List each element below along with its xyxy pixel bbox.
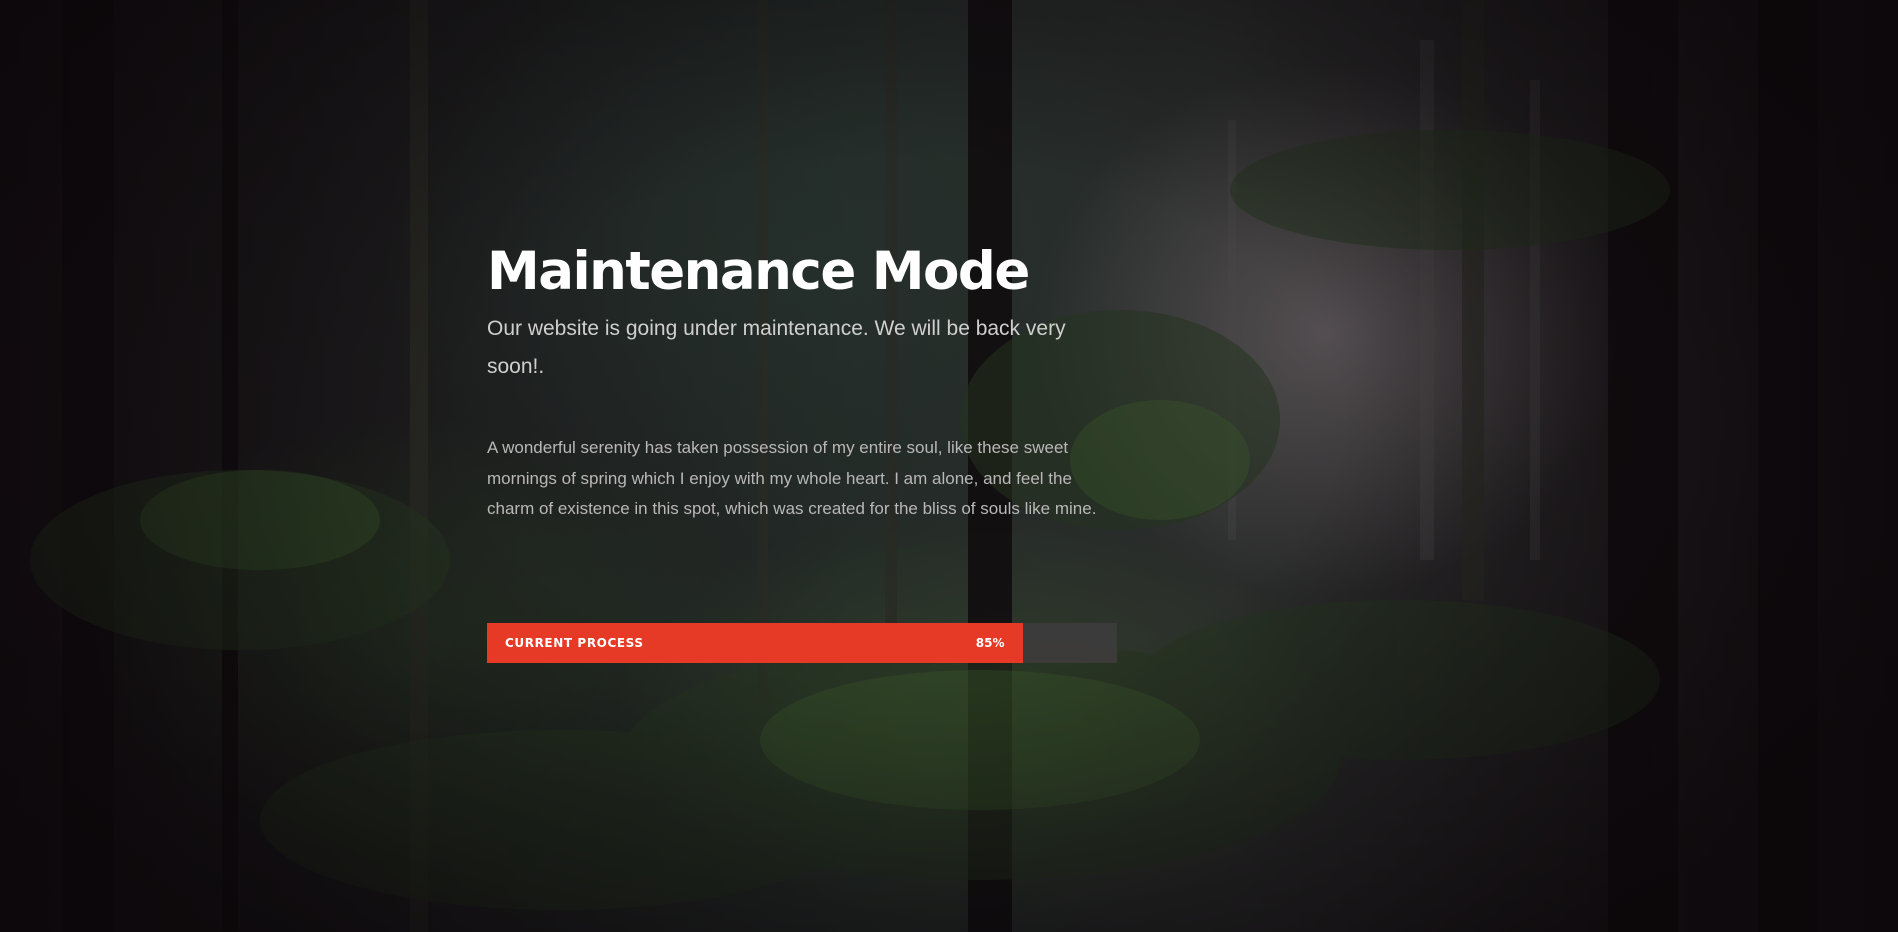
description-text: A wonderful serenity has taken possessio…: [487, 438, 1097, 518]
progress-percentage: 85%: [975, 636, 1005, 650]
progress-bar-fill: CURRENT PROCESS 85%: [487, 623, 1023, 663]
page-title: Maintenance Mode: [487, 241, 1030, 302]
progress-bar: CURRENT PROCESS 85%: [487, 623, 1117, 663]
page-subtitle: Our website is going under maintenance. …: [487, 317, 1066, 378]
progress-label: CURRENT PROCESS: [505, 636, 644, 650]
maintenance-content: Maintenance Mode Our website is going un…: [487, 236, 1121, 525]
